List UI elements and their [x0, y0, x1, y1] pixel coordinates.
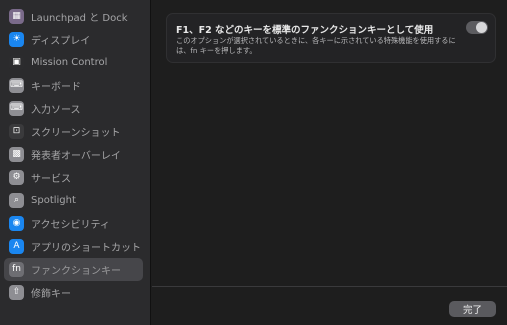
sidebar-item-label: Launchpad と Dock: [31, 13, 128, 24]
sidebar-item-label: キーボード: [31, 82, 81, 93]
toggle-knob: [476, 22, 487, 33]
sidebar-item-launchpad-dock[interactable]: ▦ Launchpad と Dock: [4, 5, 143, 28]
done-button[interactable]: 完了: [449, 301, 496, 317]
modifier-keys-icon: ⇧: [9, 285, 24, 300]
footer-divider: [152, 286, 507, 287]
sidebar-item-spotlight[interactable]: ⌕ Spotlight: [4, 189, 143, 212]
screenshot-icon: ⊡: [9, 124, 24, 139]
function-keys-setting-card: F1、F2 などのキーを標準のファンクションキーとして使用 このオプションが選択…: [166, 13, 496, 63]
sidebar-item-display[interactable]: ☀ ディスプレイ: [4, 28, 143, 51]
sidebar-item-label: ファンクションキー: [31, 266, 121, 277]
sidebar-item-label: サービス: [31, 174, 71, 185]
sidebar-item-app-shortcuts[interactable]: A アプリのショートカット: [4, 235, 143, 258]
sidebar-item-services[interactable]: ⚙ サービス: [4, 166, 143, 189]
services-icon: ⚙: [9, 170, 24, 185]
sidebar-item-label: Mission Control: [31, 57, 108, 68]
function-keys-toggle[interactable]: [466, 21, 488, 34]
sidebar: ▦ Launchpad と Dock ☀ ディスプレイ ▣ Mission Control…: [0, 0, 151, 325]
keyboard-icon: ⌨: [9, 78, 24, 93]
sidebar-item-function-keys[interactable]: fn ファンクションキー: [4, 258, 143, 281]
input-sources-icon: ⌨: [9, 101, 24, 116]
spotlight-icon: ⌕: [9, 193, 24, 208]
sidebar-item-input-sources[interactable]: ⌨ 入力ソース: [4, 97, 143, 120]
setting-title: F1、F2 などのキーを標準のファンクションキーとして使用: [176, 25, 434, 36]
sidebar-item-screenshot[interactable]: ⊡ スクリーンショット: [4, 120, 143, 143]
sidebar-item-modifier-keys[interactable]: ⇧ 修飾キー: [4, 281, 143, 304]
sidebar-item-mission-control[interactable]: ▣ Mission Control: [4, 51, 143, 74]
sidebar-item-label: Spotlight: [31, 195, 76, 206]
accessibility-icon: ◉: [9, 216, 24, 231]
sidebar-item-keyboard[interactable]: ⌨ キーボード: [4, 74, 143, 97]
function-keys-icon: fn: [9, 262, 24, 277]
display-icon: ☀: [9, 32, 24, 47]
sidebar-item-accessibility[interactable]: ◉ アクセシビリティ: [4, 212, 143, 235]
sidebar-item-label: 発表者オーバーレイ: [31, 151, 121, 162]
main-panel: F1、F2 などのキーを標準のファンクションキーとして使用 このオプションが選択…: [152, 0, 507, 325]
presenter-overlay-icon: ▩: [9, 147, 24, 162]
launchpad-dock-icon: ▦: [9, 9, 24, 24]
sidebar-item-presenter-overlay[interactable]: ▩ 発表者オーバーレイ: [4, 143, 143, 166]
app-shortcuts-icon: A: [9, 239, 24, 254]
sidebar-item-label: 入力ソース: [31, 105, 81, 116]
sidebar-item-label: スクリーンショット: [31, 128, 121, 139]
setting-description: このオプションが選択されているときに、各キーに示されている特殊機能を使用するには…: [176, 36, 456, 55]
sidebar-item-label: ディスプレイ: [31, 36, 91, 47]
mission-control-icon: ▣: [9, 55, 24, 70]
sidebar-item-label: アプリのショートカット: [31, 243, 141, 254]
sidebar-item-label: 修飾キー: [31, 289, 71, 300]
sidebar-item-label: アクセシビリティ: [31, 220, 110, 231]
